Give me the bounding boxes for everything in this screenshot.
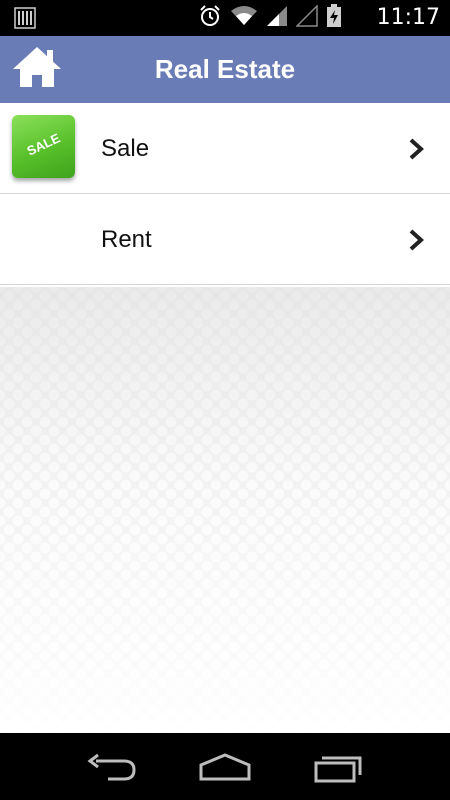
battery-charging-icon (326, 4, 342, 32)
chevron-right-icon (409, 138, 424, 160)
home-icon (199, 753, 251, 781)
signal-icon (266, 5, 288, 31)
recent-apps-button[interactable] (310, 751, 366, 783)
list-item-sale[interactable]: SALE Sale (0, 103, 450, 194)
home-nav-button[interactable] (197, 751, 253, 783)
list-item-label: Rent (101, 226, 152, 253)
alarm-icon (198, 4, 222, 32)
recent-apps-icon (314, 756, 362, 783)
home-button[interactable] (10, 46, 64, 92)
background-dot-pattern (0, 287, 450, 733)
menu-list: SALE Sale Rent (0, 103, 450, 285)
home-icon (11, 45, 63, 93)
list-item-label: Sale (101, 135, 150, 162)
back-icon (87, 753, 136, 781)
barcode-icon (14, 7, 36, 29)
wifi-icon (230, 5, 258, 31)
navigation-bar (0, 733, 450, 800)
back-button[interactable] (84, 751, 140, 783)
clock: 11:17 (376, 5, 440, 30)
background-fade (0, 287, 450, 733)
status-icons (198, 4, 342, 32)
signal-empty-icon (295, 4, 318, 31)
sale-badge-text: SALE (24, 130, 63, 159)
chevron-right-icon (409, 229, 424, 251)
page-title: Real Estate (154, 54, 296, 84)
list-item-rent[interactable]: Rent (0, 194, 450, 285)
status-bar: 11:17 (0, 0, 450, 36)
sale-badge-icon: SALE (12, 115, 75, 178)
title-bar: Real Estate (0, 36, 450, 103)
